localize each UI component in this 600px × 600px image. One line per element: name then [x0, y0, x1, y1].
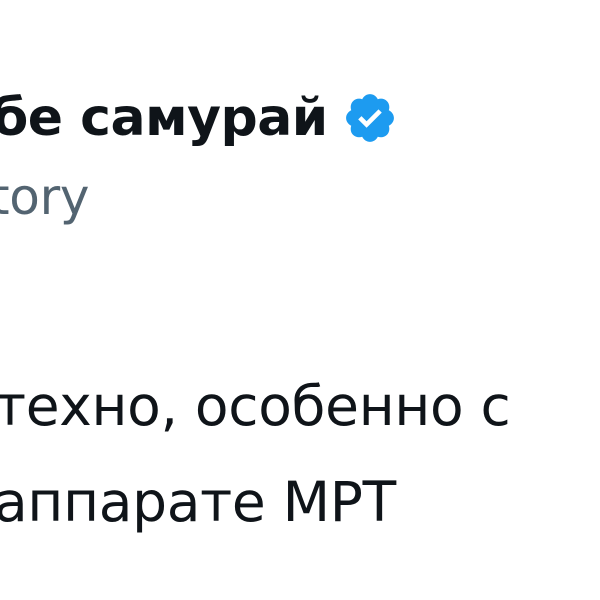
author-handle[interactable]: tory — [0, 168, 89, 226]
verified-check-icon — [345, 94, 394, 142]
author-display-name[interactable]: бе самурай — [0, 88, 328, 148]
tweet-crop: бе самурай tory техно, особенно с аппара… — [0, 0, 600, 600]
tweet-text-line: аппарате МРТ — [0, 470, 396, 534]
author-name-row[interactable]: бе самурай — [0, 78, 398, 158]
tweet-text-line: техно, особенно с — [0, 374, 511, 438]
